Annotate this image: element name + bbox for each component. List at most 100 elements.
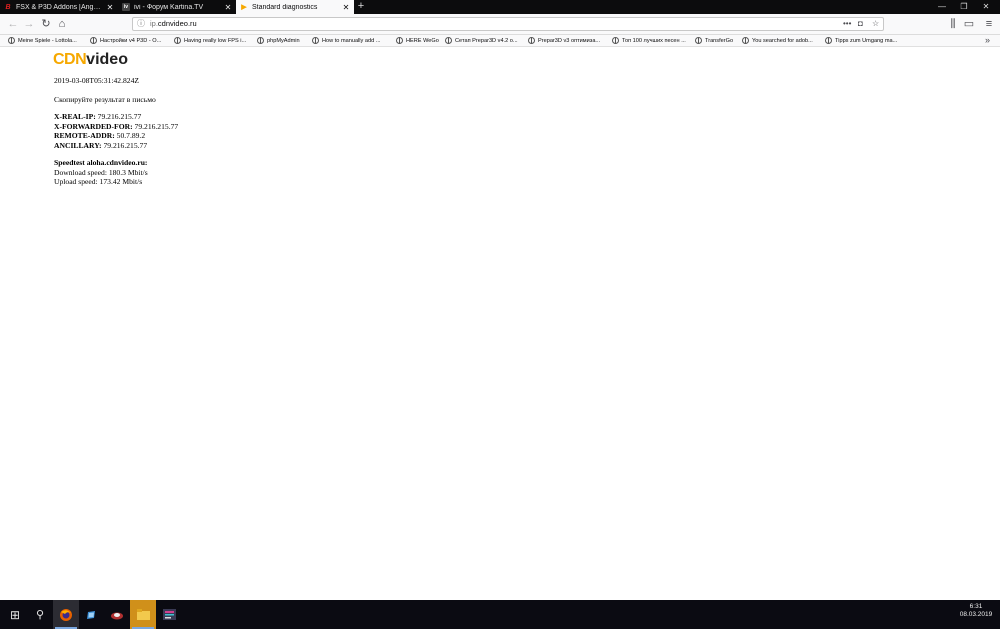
b-site-icon: B — [5, 3, 11, 11]
close-icon[interactable]: ✕ — [106, 3, 114, 12]
bookmark-label: Настройки v4 P3D - O... — [100, 37, 162, 44]
bookmark-label: Meine Spiele - Lottola... — [18, 37, 77, 44]
bookmark-item[interactable]: Prepar3D v3 оптимиза... — [528, 35, 600, 46]
tab-fsx-addons[interactable]: B FSX & P3D Addons [Angebote... ✕ — [0, 0, 118, 14]
url-host: cdnvideo.ru — [157, 19, 197, 28]
windows-taskbar: ⊞ ⚲ 6:31 08.03.2019 — [0, 600, 1000, 629]
header-row: X-REAL-IP: 79.216.215.77 — [54, 112, 141, 122]
close-icon[interactable]: ✕ — [342, 3, 350, 12]
header-value: 50.7.89.2 — [114, 131, 146, 140]
close-icon[interactable]: ✕ — [224, 3, 232, 12]
page-content: CDN video 2019-03-08T05:31:42.824Z Скопир… — [0, 48, 1000, 600]
pocket-icon[interactable]: ◘ — [858, 18, 863, 30]
bookmark-label: Топ 100 лучших песен ... — [622, 37, 686, 44]
globe-icon — [396, 37, 403, 44]
bookmark-item[interactable]: Meine Spiele - Lottola... — [8, 35, 77, 46]
reload-button[interactable]: ↻ — [39, 17, 53, 31]
tab-standard-diagnostics[interactable]: ▶ Standard diagnostics ✕ — [236, 0, 354, 14]
globe-icon — [695, 37, 702, 44]
header-value: 79.216.215.77 — [95, 112, 142, 121]
bookmark-item[interactable]: How to manually add ... — [312, 35, 380, 46]
restore-button[interactable]: ❐ — [953, 0, 975, 14]
bookmark-item[interactable]: Настройки v4 P3D - O... — [90, 35, 161, 46]
tab-label: ivi - Форум Kartina.TV — [134, 3, 204, 11]
start-button[interactable]: ⊞ — [2, 600, 28, 629]
upload-speed: Upload speed: 173.42 Mbit/s — [54, 177, 143, 186]
bookmark-item[interactable]: Топ 100 лучших песен ... — [612, 35, 686, 46]
globe-icon — [8, 37, 15, 44]
download-speed: Download speed: 180.3 Mbit/s — [54, 167, 148, 177]
url-text[interactable]: ip.cdnvideo.ru — [150, 18, 197, 30]
cdnvideo-logo: CDN video — [53, 51, 128, 69]
bookmark-item[interactable]: TransferGo — [695, 35, 733, 46]
clock-time: 6:31 — [969, 603, 983, 610]
globe-icon — [174, 37, 181, 44]
minimize-button[interactable]: — — [931, 0, 953, 14]
sidebar-icon[interactable]: ▭ — [962, 17, 976, 31]
firefox-taskbar-icon[interactable] — [53, 600, 79, 629]
globe-icon — [312, 37, 319, 44]
bookmarks-toolbar: Meine Spiele - Lottola... Настройки v4 P… — [0, 35, 1000, 47]
header-row: ANCILLARY: 79.216.215.77 — [54, 141, 147, 151]
bookmark-item[interactable]: Having really low FPS i... — [174, 35, 246, 46]
info-icon[interactable]: ⓘ — [137, 18, 145, 30]
bookmark-label: HERE WeGo — [406, 37, 439, 44]
bookmark-item[interactable]: HERE WeGo — [396, 35, 439, 46]
header-key: REMOTE-ADDR: — [54, 131, 115, 140]
navigation-toolbar: ← → ↻ ⌂ ⓘ ip.cdnvideo.ru ••• ◘ ☆ ⫼ ▭ ≡ — [0, 14, 1000, 35]
bookmark-item[interactable]: phpMyAdmin — [257, 35, 300, 46]
globe-icon — [742, 37, 749, 44]
globe-icon — [825, 37, 832, 44]
page-actions-icon[interactable]: ••• — [843, 18, 851, 30]
clock-date: 08.03.2019 — [959, 611, 993, 618]
tab-strip: B FSX & P3D Addons [Angebote... ✕ iv ivi… — [0, 0, 1000, 14]
bookmark-label: Сетап Prepar3D v4.2 o... — [455, 37, 518, 44]
timestamp: 2019-03-08T05:31:42.824Z — [54, 76, 139, 85]
header-key: ANCILLARY: — [54, 140, 102, 150]
search-button[interactable]: ⚲ — [27, 600, 53, 629]
header-value: 79.216.215.77 — [101, 140, 148, 150]
header-key: X-FORWARDED-FOR: — [54, 121, 133, 131]
bookmark-item[interactable]: You searched for adob... — [742, 35, 813, 46]
library-icon[interactable]: ⫼ — [946, 17, 960, 31]
folder-icon — [136, 609, 150, 620]
globe-icon — [445, 37, 452, 44]
bookmark-star-icon[interactable]: ☆ — [872, 18, 879, 30]
bookmark-label: Having really low FPS i... — [184, 37, 247, 44]
speedtest-title-text: Speedtest aloha.cdnvideo.ru: — [54, 158, 148, 167]
clock[interactable]: 6:31 08.03.2019 — [955, 603, 997, 619]
back-button[interactable]: ← — [6, 17, 20, 31]
media-window-icon — [162, 609, 176, 620]
file-explorer-taskbar-icon[interactable] — [130, 600, 156, 629]
globe-icon — [528, 37, 535, 44]
flight-sim-icon — [111, 612, 123, 619]
menu-icon[interactable]: ≡ — [982, 17, 996, 31]
header-value: 79.216.215.77 — [132, 121, 179, 131]
media-player-taskbar-icon[interactable] — [156, 600, 182, 629]
firefox-icon — [60, 608, 72, 621]
speedtest-title: Speedtest aloha.cdnvideo.ru: — [54, 158, 147, 168]
steam-taskbar-icon[interactable] — [79, 600, 105, 629]
header-key: X-REAL-IP: — [54, 112, 96, 121]
bookmark-item[interactable]: Tipps zum Umgang ma... — [825, 35, 897, 46]
bookmark-label: phpMyAdmin — [267, 37, 300, 44]
tab-ivi-forum[interactable]: iv ivi - Форум Kartina.TV ✕ — [118, 0, 236, 14]
globe-icon — [90, 37, 97, 44]
flight-sim-taskbar-icon[interactable] — [104, 600, 130, 629]
new-tab-button[interactable]: + — [354, 0, 368, 14]
bookmarks-overflow-icon[interactable]: » — [985, 35, 990, 46]
home-button[interactable]: ⌂ — [55, 17, 69, 31]
ivi-site-icon: iv — [122, 3, 130, 11]
bookmark-label: You searched for adob... — [752, 37, 813, 44]
tab-label: Standard diagnostics — [252, 3, 318, 11]
logo-video: video — [86, 51, 128, 68]
steam-icon — [87, 610, 95, 619]
url-bar[interactable]: ⓘ ip.cdnvideo.ru ••• ◘ ☆ — [132, 17, 884, 31]
header-row: REMOTE-ADDR: 50.7.89.2 — [54, 131, 145, 141]
bookmark-label: Tipps zum Umgang ma... — [835, 37, 898, 44]
bookmark-label: Prepar3D v3 оптимиза... — [538, 37, 601, 44]
close-window-button[interactable]: ✕ — [975, 0, 997, 14]
url-prefix: ip. — [150, 19, 158, 28]
bookmark-item[interactable]: Сетап Prepar3D v4.2 o... — [445, 35, 518, 46]
forward-button[interactable]: → — [22, 17, 36, 31]
